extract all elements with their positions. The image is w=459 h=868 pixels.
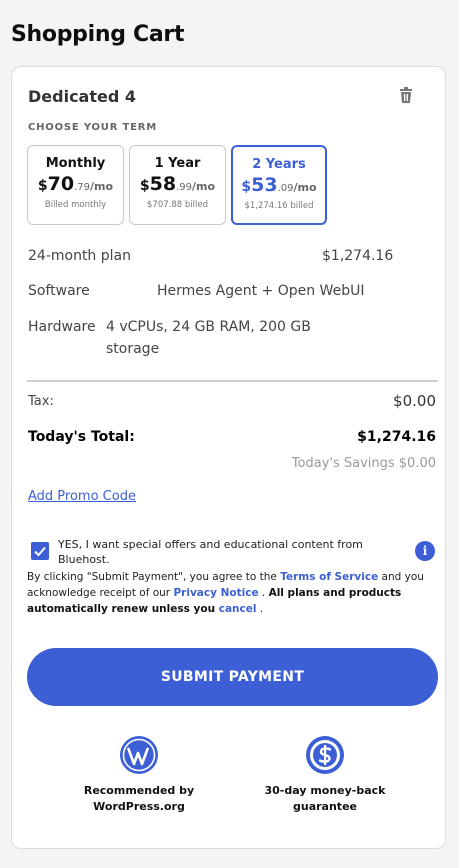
software-label: Software [28, 283, 90, 299]
term-billed: Billed monthly [44, 200, 107, 210]
plan-label: 24-month plan [28, 248, 131, 264]
term-name: Monthly [45, 156, 106, 171]
divider [27, 380, 438, 382]
term-billed: $1,274.16 billed [244, 201, 314, 211]
hardware-label: Hardware [28, 319, 96, 335]
trash-icon[interactable] [398, 87, 414, 105]
terms-of-service-link[interactable]: Terms of Service [280, 571, 378, 583]
privacy-notice-link[interactable]: Privacy Notice [173, 587, 258, 599]
total-value: $1,274.16 [357, 429, 436, 445]
term-option-2-years[interactable]: 2 Years $53.09/mo $1,274.16 billed [231, 145, 327, 225]
dollar-circle-icon [306, 736, 344, 774]
term-price: $53.09/mo [241, 174, 317, 196]
tax-value: $0.00 [393, 392, 436, 410]
term-section-label: CHOOSE YOUR TERM [28, 122, 158, 133]
legal-text: By clicking "Submit Payment", you agree … [27, 571, 424, 615]
term-option-monthly[interactable]: Monthly $70.79/mo Billed monthly [27, 145, 124, 225]
term-name: 1 Year [154, 156, 201, 171]
cart-card: Dedicated 4 CHOOSE YOUR TERM Monthly $70… [11, 66, 446, 849]
term-name: 2 Years [252, 157, 306, 172]
money-back-badge: 30-day money-back guarantee [245, 735, 405, 815]
money-back-badge-text: 30-day money-back guarantee [264, 784, 386, 813]
add-promo-code-link[interactable]: Add Promo Code [28, 489, 136, 504]
info-icon[interactable]: i [415, 541, 435, 561]
offers-checkbox[interactable] [31, 542, 49, 560]
cancel-link[interactable]: cancel [219, 603, 257, 615]
term-option-1-year[interactable]: 1 Year $58.99/mo $707.88 billed [129, 145, 226, 225]
page-title: Shopping Cart [11, 22, 185, 47]
term-price: $58.99/mo [139, 173, 216, 195]
submit-payment-button[interactable]: SUBMIT PAYMENT [27, 648, 438, 706]
savings-text: Today's Savings $0.00 [291, 456, 436, 471]
total-label: Today's Total: [28, 429, 135, 445]
checkmark-icon [34, 546, 46, 557]
wordpress-badge: Recommended by WordPress.org [59, 735, 219, 815]
term-price: $70.79/mo [37, 173, 114, 195]
wordpress-badge-text: Recommended by WordPress.org [83, 784, 195, 813]
term-billed: $707.88 billed [147, 200, 208, 210]
plan-price: $1,274.16 [322, 248, 394, 264]
software-value: Hermes Agent + Open WebUI [157, 283, 365, 299]
wordpress-icon [120, 736, 158, 774]
product-name: Dedicated 4 [28, 87, 137, 106]
hardware-value: 4 vCPUs, 24 GB RAM, 200 GB storage [106, 319, 311, 357]
offers-text: YES, I want special offers and education… [58, 538, 363, 566]
tax-label: Tax: [28, 394, 54, 409]
